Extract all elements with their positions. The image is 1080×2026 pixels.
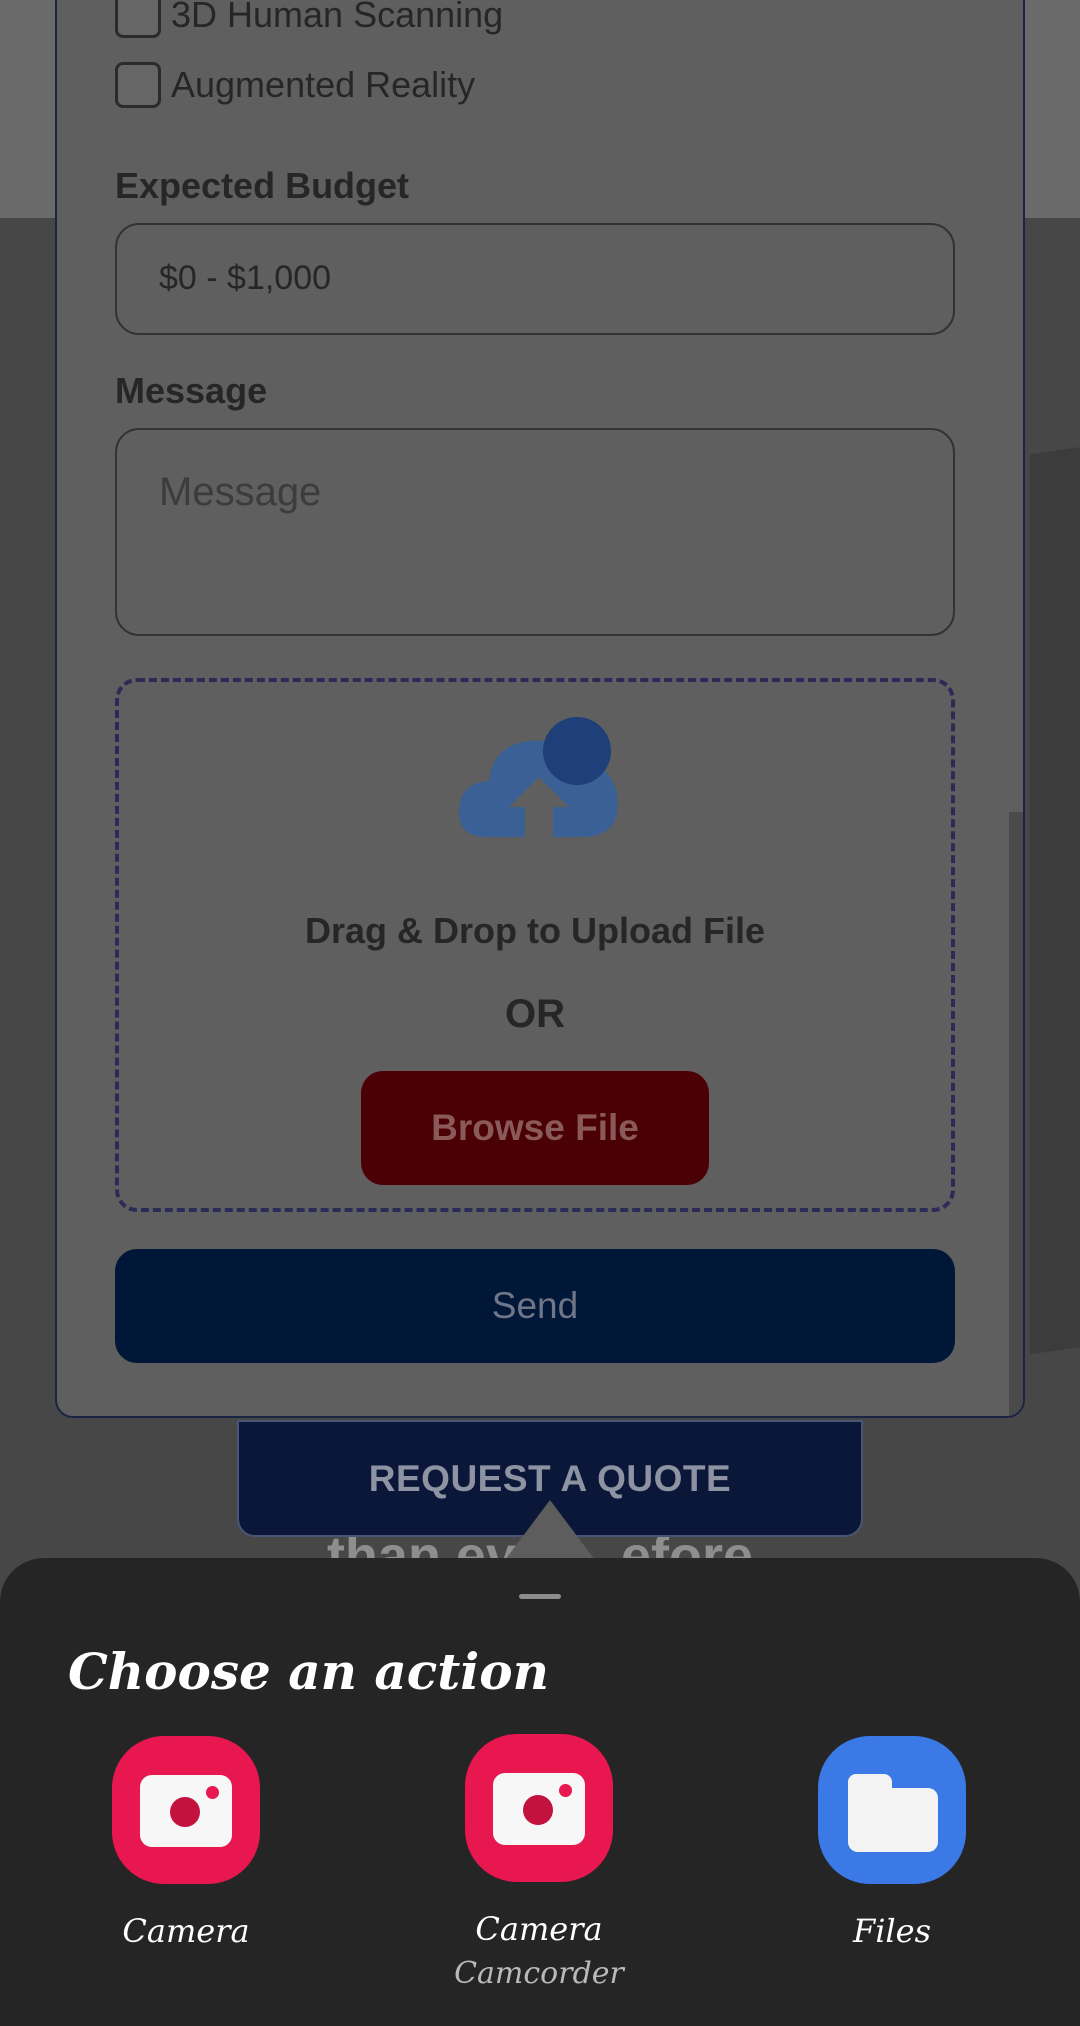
choose-action-sheet: Choose an action Camera Camera Camcorder… — [0, 1558, 1080, 2026]
camera-icon[interactable] — [465, 1734, 613, 1882]
quote-form-modal: 3D Human Scanning Augmented Reality Expe… — [55, 0, 1025, 1418]
request-quote-label: REQUEST A QUOTE — [368, 1457, 732, 1499]
checkbox[interactable] — [115, 0, 161, 38]
budget-value: $0 - $1,000 — [159, 259, 332, 297]
caret-up-icon — [505, 1500, 595, 1560]
app-camera[interactable]: Camera — [56, 1736, 316, 1950]
sheet-title: Choose an action — [68, 1642, 550, 1701]
scrollbar[interactable] — [1009, 812, 1023, 1416]
message-textarea[interactable]: Message — [115, 428, 955, 636]
option-augmented-reality[interactable]: Augmented Reality — [115, 62, 475, 108]
option-3d-human-scanning[interactable]: 3D Human Scanning — [115, 0, 503, 38]
app-sublabel: Camcorder — [454, 1956, 624, 1991]
cloud-upload-icon — [458, 717, 618, 839]
app-files[interactable]: Files — [762, 1736, 1022, 1950]
camera-icon[interactable] — [112, 1736, 260, 1884]
message-label: Message — [115, 370, 268, 411]
folder-icon[interactable] — [818, 1736, 966, 1884]
upload-title: Drag & Drop to Upload File — [304, 910, 765, 951]
budget-select[interactable]: $0 - $1,000 — [115, 223, 955, 335]
message-placeholder: Message — [159, 470, 322, 514]
background-decor — [1030, 445, 1080, 1355]
app-label: Camera — [475, 1910, 603, 1948]
budget-label: Expected Budget — [115, 165, 410, 206]
send-button[interactable]: Send — [115, 1249, 955, 1363]
browse-file-label: Browse File — [431, 1107, 639, 1148]
app-label: Camera — [122, 1912, 250, 1950]
file-dropzone[interactable]: Drag & Drop to Upload File OR Browse Fil… — [115, 678, 955, 1212]
option-label: 3D Human Scanning — [171, 0, 504, 35]
send-label: Send — [491, 1285, 579, 1326]
sheet-handle[interactable] — [519, 1594, 561, 1599]
option-label: Augmented Reality — [171, 64, 476, 105]
app-camcorder[interactable]: Camera Camcorder — [409, 1734, 669, 1991]
browse-file-button[interactable]: Browse File — [361, 1071, 709, 1185]
app-label: Files — [852, 1912, 932, 1950]
checkbox[interactable] — [115, 62, 161, 108]
upload-or: OR — [505, 992, 565, 1036]
